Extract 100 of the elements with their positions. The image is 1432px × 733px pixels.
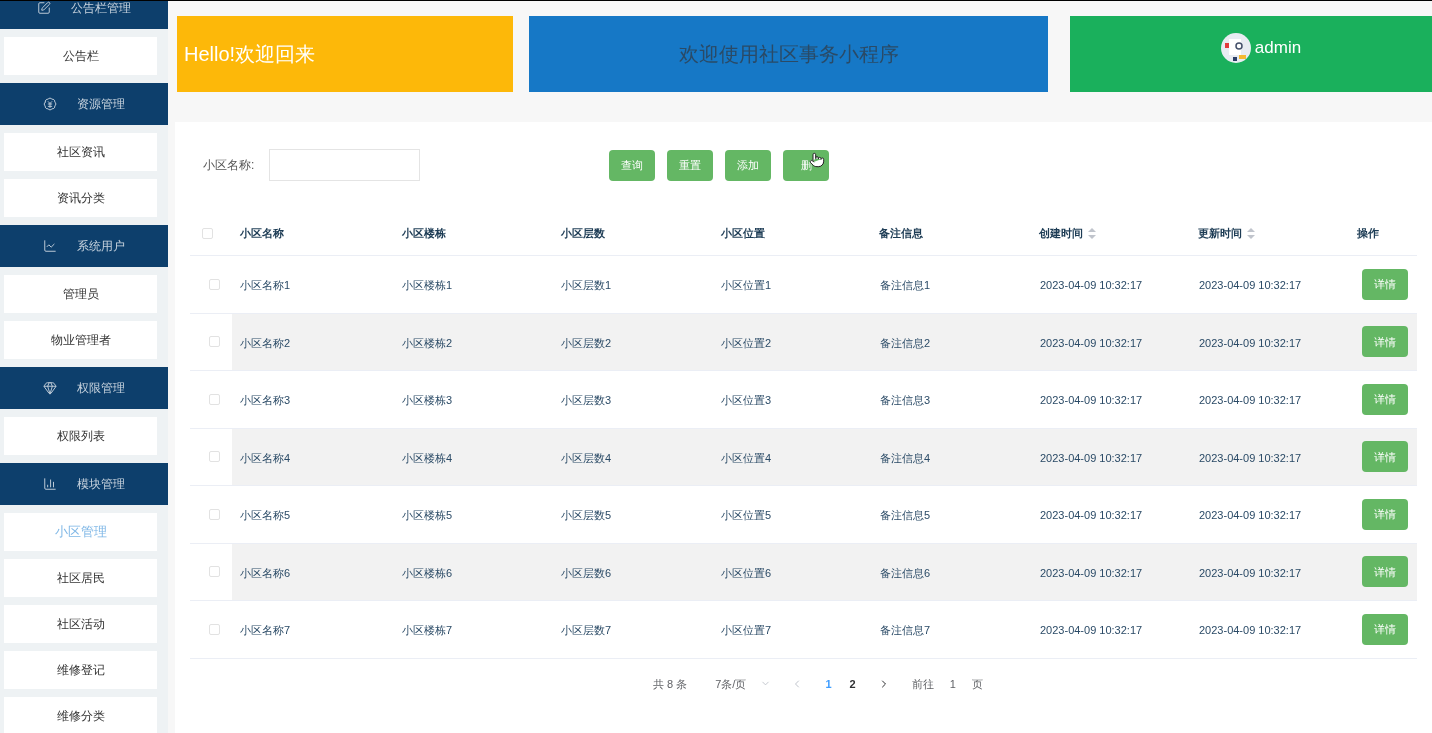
page-size-select[interactable]: 7条/页 — [715, 675, 772, 692]
table-cell: 小区名称4 — [240, 451, 291, 464]
table-cell: 2023-04-09 10:32:17 — [1040, 394, 1143, 407]
welcome-banner: 欢迎使用社区事务小程序 — [529, 16, 1048, 92]
sidebar-group-header[interactable]: 公告栏管理 — [0, 1, 168, 29]
sidebar-item[interactable]: 公告栏 — [4, 37, 157, 75]
pen-square-icon — [37, 1, 51, 15]
row-checkbox[interactable] — [208, 336, 220, 348]
diamond-icon — [43, 381, 57, 395]
row-checkbox[interactable] — [208, 451, 220, 463]
group-title: 权限管理 — [77, 380, 125, 397]
table-cell: 小区楼栋5 — [402, 509, 453, 522]
goto-page-field[interactable]: 1 — [949, 675, 956, 692]
table-cell: 2023-04-09 10:32:17 — [1199, 394, 1302, 407]
column-header: 备注信息 — [879, 226, 924, 242]
sidebar-group-header[interactable]: 系统用户 — [0, 225, 168, 267]
line-chart-icon — [43, 239, 57, 253]
table-cell: 小区层数6 — [561, 566, 612, 579]
table-cell: 小区位置5 — [721, 509, 772, 522]
table-cell: 备注信息1 — [880, 279, 931, 292]
table-cell: 2023-04-09 10:32:17 — [1199, 279, 1302, 292]
group-title: 系统用户 — [77, 238, 125, 255]
table-cell: 备注信息6 — [880, 566, 931, 579]
row-checkbox[interactable] — [208, 393, 220, 405]
table-cell: 2023-04-09 10:32:17 — [1040, 451, 1143, 464]
table-cell: 小区楼栋7 — [402, 624, 453, 637]
table-cell: 2023-04-09 10:32:17 — [1040, 566, 1143, 579]
table-cell: 备注信息3 — [880, 394, 931, 407]
sidebar-group-header[interactable]: 资源管理 — [0, 83, 168, 125]
sidebar-item[interactable]: 管理员 — [4, 275, 157, 313]
table-cell: 小区名称5 — [240, 509, 291, 522]
sidebar-item[interactable]: 维修分类 — [4, 697, 157, 733]
table-cell: 小区位置3 — [721, 394, 772, 407]
goto-label: 前往 — [911, 676, 934, 692]
sort-icon[interactable] — [1247, 228, 1256, 239]
table-cell: 小区位置1 — [721, 279, 772, 292]
sidebar-item[interactable]: 物业管理者 — [4, 321, 157, 359]
column-header: 更新时间 — [1198, 226, 1243, 242]
row-checkbox[interactable] — [208, 278, 220, 290]
username: admin — [1254, 37, 1302, 59]
greeting-banner: Hello!欢迎回来 — [177, 16, 513, 92]
column-header: 小区位置 — [720, 226, 765, 242]
table-cell: 小区层数7 — [561, 624, 612, 637]
search-field[interactable] — [269, 149, 421, 181]
table-cell: 小区位置2 — [721, 336, 772, 349]
column-header: 创建时间 — [1039, 226, 1084, 242]
row-checkbox[interactable] — [208, 623, 220, 635]
sidebar-item[interactable]: 资讯分类 — [4, 179, 157, 217]
table-cell: 小区名称6 — [240, 566, 291, 579]
table-cell: 2023-04-09 10:32:17 — [1199, 336, 1302, 349]
table-cell: 小区名称3 — [240, 394, 291, 407]
table-cell: 小区楼栋2 — [402, 336, 453, 349]
table-cell: 备注信息2 — [880, 336, 931, 349]
group-title: 模块管理 — [77, 476, 125, 493]
table-cell: 小区层数4 — [561, 451, 612, 464]
sidebar-group-header[interactable]: 权限管理 — [0, 367, 168, 409]
sidebar-item[interactable]: 社区居民 — [4, 559, 157, 597]
column-header: 小区名称 — [240, 226, 284, 242]
table-cell: 小区位置6 — [721, 566, 772, 579]
page-number[interactable]: 2 — [849, 675, 856, 692]
goto-suffix: 页 — [971, 676, 983, 692]
table-cell: 2023-04-09 10:32:17 — [1040, 509, 1143, 522]
sidebar-item[interactable]: 社区资讯 — [4, 133, 157, 171]
table-cell: 备注信息5 — [880, 509, 931, 522]
sidebar-group-header[interactable]: 模块管理 — [0, 463, 168, 505]
column-header: 操作 — [1357, 226, 1380, 242]
sidebar-item[interactable]: 维修登记 — [4, 651, 157, 689]
column-header: 小区楼栋 — [401, 226, 446, 242]
search-label: 小区名称: — [203, 157, 255, 174]
table-cell: 小区楼栋4 — [402, 451, 453, 464]
group-title: 公告栏管理 — [71, 1, 131, 17]
table-cell: 小区层数5 — [561, 509, 612, 522]
table-cell: 2023-04-09 10:32:17 — [1199, 566, 1302, 579]
table-cell: 小区位置4 — [721, 451, 772, 464]
table-cell: 备注信息4 — [880, 451, 931, 464]
table-cell: 小区楼栋3 — [402, 394, 453, 407]
row-checkbox[interactable] — [202, 228, 214, 239]
table-cell: 2023-04-09 10:32:17 — [1040, 336, 1143, 349]
table-cell: 2023-04-09 10:32:17 — [1040, 624, 1143, 637]
column-header: 小区层数 — [560, 226, 605, 242]
table-cell: 2023-04-09 10:32:17 — [1040, 279, 1143, 292]
row-checkbox[interactable] — [208, 508, 220, 520]
table-cell: 2023-04-09 10:32:17 — [1199, 509, 1302, 522]
table-cell: 小区层数2 — [561, 336, 612, 349]
group-title: 资源管理 — [77, 96, 125, 113]
table-cell: 小区名称7 — [240, 624, 291, 637]
bar-chart-icon — [43, 477, 57, 491]
table-cell: 小区层数1 — [561, 279, 612, 292]
row-checkbox[interactable] — [208, 566, 220, 578]
table-cell: 备注信息7 — [880, 624, 931, 637]
sidebar-item[interactable]: 社区活动 — [4, 605, 157, 643]
table-cell: 小区楼栋1 — [402, 279, 453, 292]
table-cell: 小区层数3 — [561, 394, 612, 407]
sidebar-item[interactable]: 权限列表 — [4, 417, 157, 455]
table-cell: 小区位置7 — [721, 624, 772, 637]
table-cell: 小区名称2 — [240, 336, 291, 349]
total-count: 共 8 条 — [653, 676, 688, 692]
table-cell: 2023-04-09 10:32:17 — [1199, 451, 1302, 464]
table-cell: 小区楼栋6 — [402, 566, 453, 579]
sort-icon[interactable] — [1088, 228, 1097, 239]
